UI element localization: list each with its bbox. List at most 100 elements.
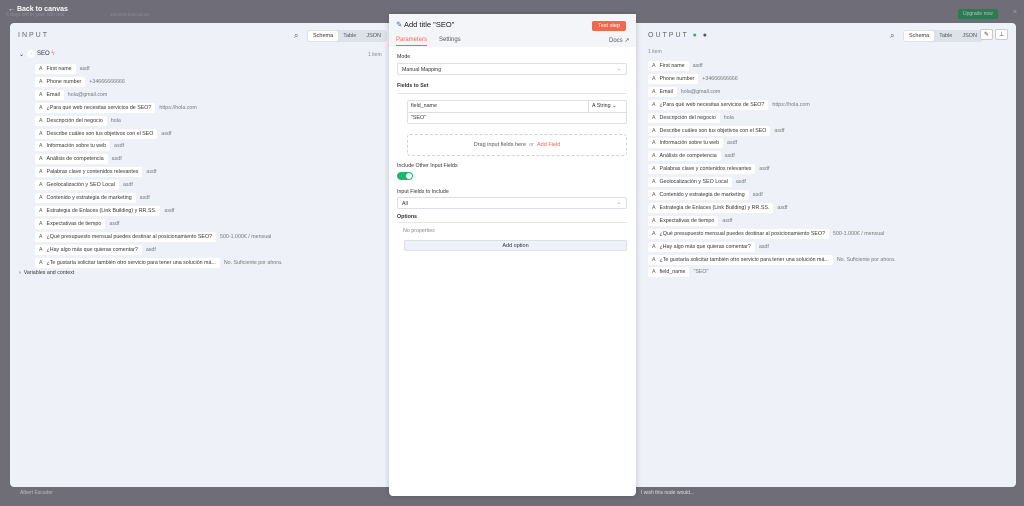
field-key[interactable]: A Palabras clave y contenidos relevantes (35, 167, 143, 178)
schema-field-row[interactable]: A Estrategia de Enlaces (Link Building) y… (648, 202, 787, 213)
schema-field-row[interactable]: A Palabras clave y contenidos relevantes a… (648, 164, 769, 175)
field-value: asdf (122, 182, 133, 189)
field-key[interactable]: A ¿Te gustaría solicitar también otro ser… (35, 257, 220, 268)
schema-field-row[interactable]: A ¿Hay algo más que quieras comentar? asdf (648, 241, 769, 252)
schema-field-row[interactable]: A Geolocalización y SEO Local asdf (35, 180, 133, 191)
schema-field-row[interactable]: A Phone number +34666666666 (648, 73, 738, 84)
schema-field-row[interactable]: A Expectativas de tiempo asdf (648, 215, 732, 226)
field-key[interactable]: A Contenido y estrategia de marketing (648, 190, 749, 200)
field-key[interactable]: A Descripción del negocio (35, 115, 107, 126)
schema-field-row[interactable]: A Estrategia de Enlaces (Link Building) y… (35, 205, 174, 216)
field-key[interactable]: A Email (648, 86, 677, 97)
view-schema[interactable]: Schema (308, 31, 339, 41)
field-key[interactable]: A Email (35, 89, 64, 100)
field-key[interactable]: A ¿Hay algo más que quieras comentar? (648, 241, 755, 252)
field-value-input[interactable]: "SEO" (411, 115, 426, 121)
input-node-header[interactable]: ⌄ · SEO ϟ (19, 49, 55, 59)
feedback-link[interactable]: I wish this node would... (641, 490, 694, 496)
search-icon[interactable]: ⌕ (890, 31, 894, 41)
schema-field-row[interactable]: A Contenido y estrategia de marketing asdf (648, 190, 763, 200)
view-table[interactable]: Table (338, 31, 361, 41)
schema-field-row[interactable]: A Email hola@gmail.com (648, 86, 720, 97)
schema-field-row[interactable]: A Email hola@gmail.com (35, 89, 107, 100)
test-step-button[interactable]: Test step (592, 21, 627, 31)
schema-field-row[interactable]: A Información sobre tu web asdf (648, 138, 738, 149)
field-value: asdf (727, 140, 738, 147)
view-json[interactable]: JSON (957, 31, 982, 41)
schema-field-row[interactable]: A Expectativas de tiempo asdf (35, 218, 119, 229)
field-key[interactable]: A Análisis de competencia (35, 154, 108, 165)
field-key[interactable]: Afield_name (648, 267, 690, 278)
schema-field-row[interactable]: A ¿Te gustaría solicitar también otro ser… (35, 257, 282, 268)
field-key[interactable]: A Describe cuáles son tus objetivos con e… (648, 125, 771, 136)
field-key[interactable]: A Información sobre tu web (35, 141, 111, 152)
view-schema[interactable]: Schema (904, 31, 935, 41)
field-key[interactable]: A ¿Qué presupuesto mensual puedes destina… (35, 231, 217, 242)
upgrade-button[interactable]: Upgrade now (958, 9, 998, 19)
schema-field-row[interactable]: A Describe cuáles son tus objetivos con e… (648, 125, 784, 136)
schema-field-row[interactable]: A First name asdf (35, 64, 90, 74)
schema-field-row[interactable]: A Contenido y estrategia de marketing asdf (35, 193, 150, 203)
view-json[interactable]: JSON (361, 31, 386, 41)
node-title[interactable]: ✎ Add title "SEO" (396, 20, 454, 29)
field-key[interactable]: A Descripción del negocio (648, 112, 720, 123)
field-key[interactable]: A Análisis de competencia (648, 151, 721, 162)
field-key[interactable]: A ¿Para qué web necesitas servicios de SE… (35, 102, 156, 113)
schema-field-row[interactable]: A Palabras clave y contenidos relevantes a… (35, 167, 156, 178)
field-key[interactable]: A ¿Hay algo más que quieras comentar? (35, 244, 142, 255)
schema-field-row[interactable]: A First name asdf (648, 61, 703, 71)
schema-field-row[interactable]: A Análisis de competencia asdf (648, 151, 735, 162)
tab-parameters[interactable]: Parameters (396, 37, 428, 46)
schema-field-row[interactable]: A ¿Para qué web necesitas servicios de SE… (648, 99, 810, 110)
field-key[interactable]: A Estrategia de Enlaces (Link Building) y… (35, 205, 161, 216)
docs-link[interactable]: Docs ↗ (609, 37, 629, 44)
field-key[interactable]: A Geolocalización y SEO Local (35, 180, 119, 191)
schema-field-row[interactable]: A ¿Hay algo más que quieras comentar? asdf (35, 244, 156, 255)
field-key[interactable]: A Estrategia de Enlaces (Link Building) y… (648, 202, 774, 213)
field-key[interactable]: A Describe cuáles son tus objetivos con e… (35, 128, 158, 139)
field-name-input[interactable]: field_name (411, 103, 437, 109)
field-key[interactable]: A Phone number (648, 73, 699, 84)
field-key[interactable]: A Phone number (35, 76, 86, 87)
view-table[interactable]: Table (934, 31, 957, 41)
schema-field-row[interactable]: A Geolocalización y SEO Local asdf (648, 177, 746, 188)
schema-field-row[interactable]: A Phone number +34666666666 (35, 76, 125, 87)
variables-and-context[interactable]: › Variables and context (19, 268, 74, 278)
include-toggle[interactable] (397, 172, 413, 180)
input-view-switch: Schema Table JSON (307, 30, 388, 42)
field-key[interactable]: A ¿Para qué web necesitas servicios de SE… (648, 99, 769, 110)
add-field-link[interactable]: Add Field (537, 142, 560, 148)
schema-field-row[interactable]: A Descripción del negocio hola (35, 115, 121, 126)
input-fields-select[interactable]: All ⌄ (397, 197, 627, 209)
schema-field-row[interactable]: A ¿Qué presupuesto mensual puedes destina… (648, 228, 884, 239)
user-name[interactable]: Albert Escuder (20, 490, 53, 496)
field-key[interactable]: A First name (35, 64, 76, 74)
schema-field-row[interactable]: A Describe cuáles son tus objetivos con e… (35, 128, 171, 139)
field-type-select[interactable]: A String ⌄ (588, 101, 627, 112)
drop-zone[interactable]: Drag input fields here or Add Field (407, 134, 627, 156)
field-key[interactable]: A Expectativas de tiempo (648, 215, 719, 226)
schema-field-row[interactable]: A Información sobre tu web asdf (35, 141, 124, 152)
back-to-canvas-button[interactable]: ← Back to canvas (8, 6, 68, 13)
field-key[interactable]: A First name (648, 61, 689, 71)
field-key[interactable]: A Expectativas de tiempo (35, 218, 106, 229)
schema-field-row[interactable]: Afield_name "SEO" (648, 267, 708, 278)
field-key[interactable]: A Información sobre tu web (648, 138, 724, 149)
field-key[interactable]: A ¿Te gustaría solicitar también otro ser… (648, 254, 833, 265)
edit-icon[interactable]: ✎ (980, 29, 994, 40)
schema-field-row[interactable]: A Descripción del negocio hola (648, 112, 734, 123)
field-key[interactable]: A Geolocalización y SEO Local (648, 177, 732, 188)
schema-field-row[interactable]: A ¿Te gustaría solicitar también otro ser… (648, 254, 895, 265)
schema-field-row[interactable]: A ¿Para qué web necesitas servicios de SE… (35, 102, 197, 113)
schema-field-row[interactable]: A Análisis de competencia asdf (35, 154, 122, 165)
tab-settings[interactable]: Settings (439, 37, 461, 43)
search-icon[interactable]: ⌕ (294, 31, 298, 41)
schema-field-row[interactable]: A ¿Qué presupuesto mensual puedes destina… (35, 231, 271, 242)
field-key[interactable]: A ¿Qué presupuesto mensual puedes destina… (648, 228, 830, 239)
add-option-button[interactable]: Add option (404, 240, 627, 251)
field-key[interactable]: A Contenido y estrategia de marketing (35, 193, 136, 203)
mode-select[interactable]: Manual Mapping ⌄ (397, 63, 627, 75)
field-key[interactable]: A Palabras clave y contenidos relevantes (648, 164, 756, 175)
pin-icon[interactable]: ⊥ (995, 29, 1009, 40)
close-icon[interactable]: × (1013, 9, 1017, 16)
